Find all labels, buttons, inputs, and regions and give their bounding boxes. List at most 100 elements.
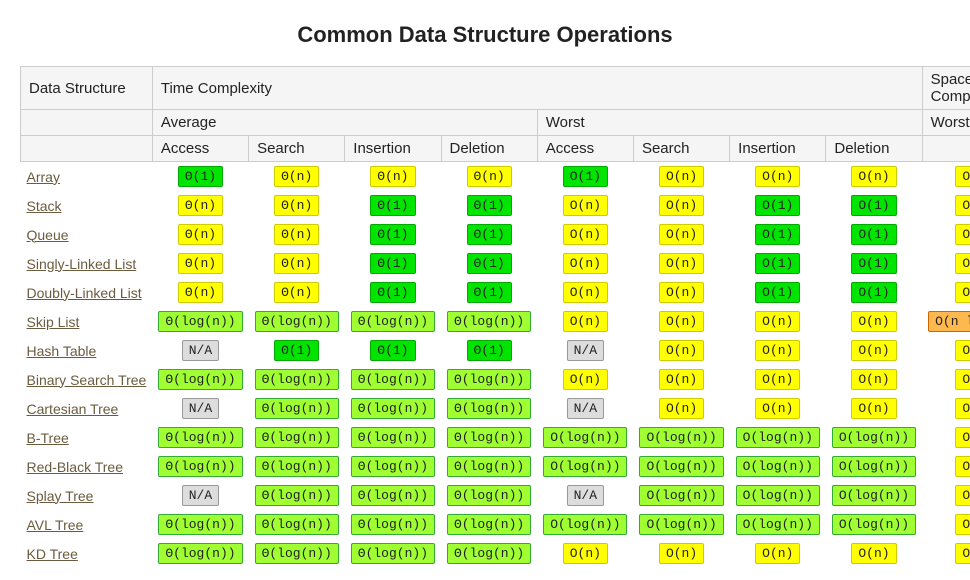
- col-time: Time Complexity: [152, 67, 922, 110]
- avg-search-cell: Θ(n): [249, 249, 345, 278]
- worst-search-cell: O(n): [633, 365, 729, 394]
- complexity-badge: Θ(1): [178, 166, 223, 187]
- avg-deletion-cell: Θ(log(n)): [441, 510, 537, 539]
- ds-name-cell: Skip List: [21, 307, 153, 336]
- avg-search-cell: Θ(n): [249, 220, 345, 249]
- complexity-badge: Θ(log(n)): [351, 311, 435, 332]
- ds-link[interactable]: Red-Black Tree: [27, 459, 123, 475]
- worst-search-cell: O(log(n)): [633, 423, 729, 452]
- complexity-badge: Θ(n): [274, 195, 319, 216]
- worst-search-cell: O(n): [633, 394, 729, 423]
- ds-link[interactable]: Doubly-Linked List: [27, 285, 142, 301]
- avg-access-cell: Θ(n): [152, 249, 248, 278]
- complexity-badge: O(n): [659, 166, 704, 187]
- ds-link[interactable]: Binary Search Tree: [27, 372, 147, 388]
- complexity-badge: Θ(1): [370, 340, 415, 361]
- ds-link[interactable]: Skip List: [27, 314, 80, 330]
- complexity-badge: Θ(n): [274, 282, 319, 303]
- complexity-badge: Θ(log(n)): [158, 543, 242, 564]
- ds-name-cell: Singly-Linked List: [21, 249, 153, 278]
- complexity-badge: O(n): [755, 543, 800, 564]
- complexity-badge: O(log(n)): [832, 427, 916, 448]
- ds-name-cell: Array: [21, 162, 153, 192]
- space-cell: O(n): [922, 423, 970, 452]
- worst-deletion-cell: O(n): [826, 307, 922, 336]
- complexity-badge: Θ(log(n)): [447, 398, 531, 419]
- avg-search-cell: Θ(log(n)): [249, 510, 345, 539]
- complexity-badge: N/A: [567, 340, 604, 361]
- complexity-badge: Θ(log(n)): [255, 543, 339, 564]
- space-cell: O(n): [922, 162, 970, 192]
- ds-link[interactable]: Splay Tree: [27, 488, 94, 504]
- complexity-badge: O(1): [755, 195, 800, 216]
- complexity-badge: O(n): [659, 282, 704, 303]
- ds-link[interactable]: Hash Table: [27, 343, 97, 359]
- avg-insertion-cell: Θ(log(n)): [345, 307, 441, 336]
- avg-access-cell: Θ(n): [152, 278, 248, 307]
- space-cell: O(n): [922, 336, 970, 365]
- worst-deletion-cell: O(1): [826, 191, 922, 220]
- worst-insertion-cell: O(log(n)): [730, 481, 826, 510]
- col-empty: [21, 110, 153, 136]
- complexity-badge: O(1): [851, 253, 896, 274]
- complexity-badge: O(n): [563, 224, 608, 245]
- avg-insertion-cell: Θ(1): [345, 336, 441, 365]
- ds-link[interactable]: Singly-Linked List: [27, 256, 137, 272]
- avg-search-cell: Θ(log(n)): [249, 423, 345, 452]
- worst-search-cell: O(n): [633, 220, 729, 249]
- worst-search-cell: O(n): [633, 162, 729, 192]
- ds-link[interactable]: AVL Tree: [27, 517, 84, 533]
- complexity-badge: O(log(n)): [832, 485, 916, 506]
- avg-deletion-cell: Θ(n): [441, 162, 537, 192]
- complexity-badge: Θ(n): [178, 224, 223, 245]
- complexity-badge: O(n): [563, 195, 608, 216]
- col-insertion: Insertion: [345, 136, 441, 162]
- complexity-badge: O(n): [955, 456, 970, 477]
- ds-link[interactable]: Array: [27, 169, 60, 185]
- ds-link[interactable]: Queue: [27, 227, 69, 243]
- ds-link[interactable]: B-Tree: [27, 430, 69, 446]
- avg-search-cell: Θ(log(n)): [249, 365, 345, 394]
- ds-link[interactable]: Cartesian Tree: [27, 401, 119, 417]
- complexity-badge: O(n): [659, 369, 704, 390]
- complexity-badge: O(n): [563, 311, 608, 332]
- complexity-badge: Θ(log(n)): [447, 456, 531, 477]
- complexity-badge: Θ(log(n)): [158, 456, 242, 477]
- complexity-badge: Θ(log(n)): [351, 398, 435, 419]
- col-search: Search: [249, 136, 345, 162]
- complexity-badge: O(log(n)): [736, 427, 820, 448]
- space-cell: O(n): [922, 191, 970, 220]
- avg-insertion-cell: Θ(log(n)): [345, 423, 441, 452]
- worst-search-cell: O(n): [633, 539, 729, 568]
- table-row: Red-Black TreeΘ(log(n))Θ(log(n))Θ(log(n)…: [21, 452, 970, 481]
- avg-access-cell: Θ(n): [152, 191, 248, 220]
- complexity-badge: Θ(log(n)): [255, 427, 339, 448]
- avg-search-cell: Θ(n): [249, 191, 345, 220]
- complexity-badge: Θ(log(n)): [447, 543, 531, 564]
- complexity-badge: Θ(log(n)): [158, 311, 242, 332]
- col-space-worst: Worst: [922, 110, 970, 136]
- ds-name-cell: Cartesian Tree: [21, 394, 153, 423]
- complexity-badge: Θ(log(n)): [255, 311, 339, 332]
- worst-access-cell: N/A: [537, 336, 633, 365]
- ds-name-cell: B-Tree: [21, 423, 153, 452]
- complexity-badge: Θ(log(n)): [351, 514, 435, 535]
- complexity-badge: O(log(n)): [736, 514, 820, 535]
- table-row: Singly-Linked ListΘ(n)Θ(n)Θ(1)Θ(1)O(n)O(…: [21, 249, 970, 278]
- complexity-badge: O(n): [755, 340, 800, 361]
- col-deletion: Deletion: [441, 136, 537, 162]
- avg-insertion-cell: Θ(log(n)): [345, 394, 441, 423]
- ds-link[interactable]: KD Tree: [27, 546, 78, 562]
- ds-link[interactable]: Stack: [27, 198, 62, 214]
- worst-access-cell: O(n): [537, 249, 633, 278]
- complexity-badge: O(n): [955, 369, 970, 390]
- worst-search-cell: O(log(n)): [633, 481, 729, 510]
- worst-search-cell: O(n): [633, 336, 729, 365]
- table-row: Skip ListΘ(log(n))Θ(log(n))Θ(log(n))Θ(lo…: [21, 307, 970, 336]
- space-cell: O(n): [922, 365, 970, 394]
- col-search: Search: [633, 136, 729, 162]
- complexity-badge: O(n): [955, 166, 970, 187]
- complexity-badge: O(n): [955, 253, 970, 274]
- complexity-badge: O(n): [659, 253, 704, 274]
- complexity-badge: Θ(n): [370, 166, 415, 187]
